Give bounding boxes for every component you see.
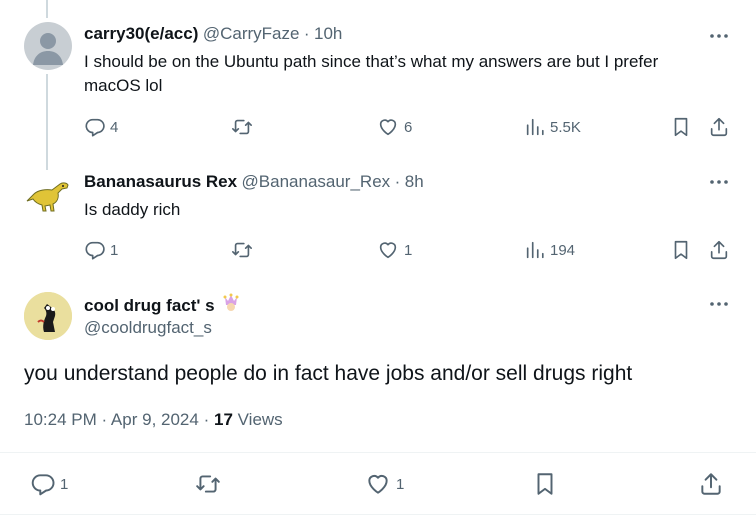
- dinosaur-icon: [26, 182, 69, 212]
- author-handle[interactable]: @CarryFaze: [203, 24, 300, 43]
- cartoon-avatar-icon: [24, 292, 72, 340]
- thread-line-connector: [46, 74, 48, 170]
- analytics-icon: [526, 241, 544, 259]
- bookmark-button[interactable]: [670, 239, 692, 261]
- share-button[interactable]: [698, 471, 724, 497]
- author-name[interactable]: cool drug fact' s: [84, 296, 215, 316]
- analytics-icon: [526, 118, 544, 136]
- bookmark-button[interactable]: [532, 471, 558, 497]
- heart-icon: [368, 474, 388, 494]
- bookmark-icon: [674, 240, 688, 260]
- jester-emoji-icon: [221, 293, 241, 318]
- like-button[interactable]: 6: [376, 116, 412, 138]
- more-options-icon[interactable]: [708, 295, 730, 313]
- views-label: Views: [237, 410, 283, 429]
- views-count: 17: [213, 410, 233, 429]
- reply-icon: [85, 241, 105, 260]
- reply-count: 1: [60, 475, 69, 493]
- more-options-icon[interactable]: [708, 27, 730, 45]
- reply-icon: [31, 474, 55, 496]
- repost-button[interactable]: [230, 116, 254, 138]
- share-icon: [710, 117, 728, 137]
- reply-count: 1: [110, 241, 119, 259]
- like-count: 1: [404, 241, 413, 259]
- bookmark-icon: [537, 473, 553, 495]
- post-text: Is daddy rich: [84, 200, 181, 219]
- like-count: 6: [404, 118, 413, 136]
- post-time[interactable]: 10h: [314, 24, 342, 43]
- dot-separator: ·: [394, 172, 401, 191]
- views-button[interactable]: 194: [524, 239, 575, 261]
- reply-button[interactable]: 1: [84, 239, 118, 261]
- dot-separator: ·: [203, 410, 210, 429]
- like-button[interactable]: 1: [364, 471, 404, 497]
- more-options-icon[interactable]: [708, 173, 730, 191]
- repost-icon: [196, 475, 220, 493]
- like-count: 1: [396, 475, 405, 493]
- default-profile-icon: [33, 33, 63, 65]
- repost-button[interactable]: [194, 471, 222, 497]
- post-timestamp[interactable]: 10:24 PM · Apr 9, 2024: [24, 410, 199, 429]
- reply-button[interactable]: 1: [30, 471, 68, 497]
- author-name[interactable]: Bananasaurus Rex: [84, 172, 237, 191]
- divider: [0, 514, 756, 515]
- author-name[interactable]: carry30(e/acc): [84, 24, 198, 43]
- avatar-dino[interactable]: [24, 170, 72, 218]
- reply-button[interactable]: 4: [84, 116, 118, 138]
- views-button[interactable]: 5.5K: [524, 116, 581, 138]
- avatar-cooldrugfact[interactable]: [24, 292, 72, 340]
- share-button[interactable]: [708, 239, 730, 261]
- like-button[interactable]: 1: [376, 239, 412, 261]
- divider: [0, 452, 756, 453]
- dot-separator: ·: [303, 24, 310, 43]
- repost-icon: [232, 119, 252, 135]
- author-handle[interactable]: @Bananasaur_Rex: [242, 172, 391, 191]
- bookmark-icon: [674, 117, 688, 137]
- avatar-default[interactable]: [24, 22, 72, 70]
- view-count: 5.5K: [550, 118, 581, 136]
- view-count: 194: [550, 241, 576, 259]
- post-time[interactable]: 8h: [405, 172, 424, 191]
- heart-icon: [379, 242, 397, 259]
- bookmark-button[interactable]: [670, 116, 692, 138]
- repost-button[interactable]: [230, 239, 254, 261]
- post-text: I should be on the Ubuntu path since tha…: [84, 52, 659, 95]
- thread-line-top: [46, 0, 48, 18]
- heart-icon: [379, 119, 397, 136]
- share-button[interactable]: [708, 116, 730, 138]
- reply-count: 4: [110, 118, 119, 136]
- reply-icon: [85, 118, 105, 137]
- share-icon: [701, 473, 721, 495]
- author-handle[interactable]: @cooldrugfact_s: [84, 318, 212, 338]
- main-post-text: you understand people do in fact have jo…: [24, 362, 633, 385]
- share-icon: [710, 240, 728, 260]
- repost-icon: [232, 242, 252, 258]
